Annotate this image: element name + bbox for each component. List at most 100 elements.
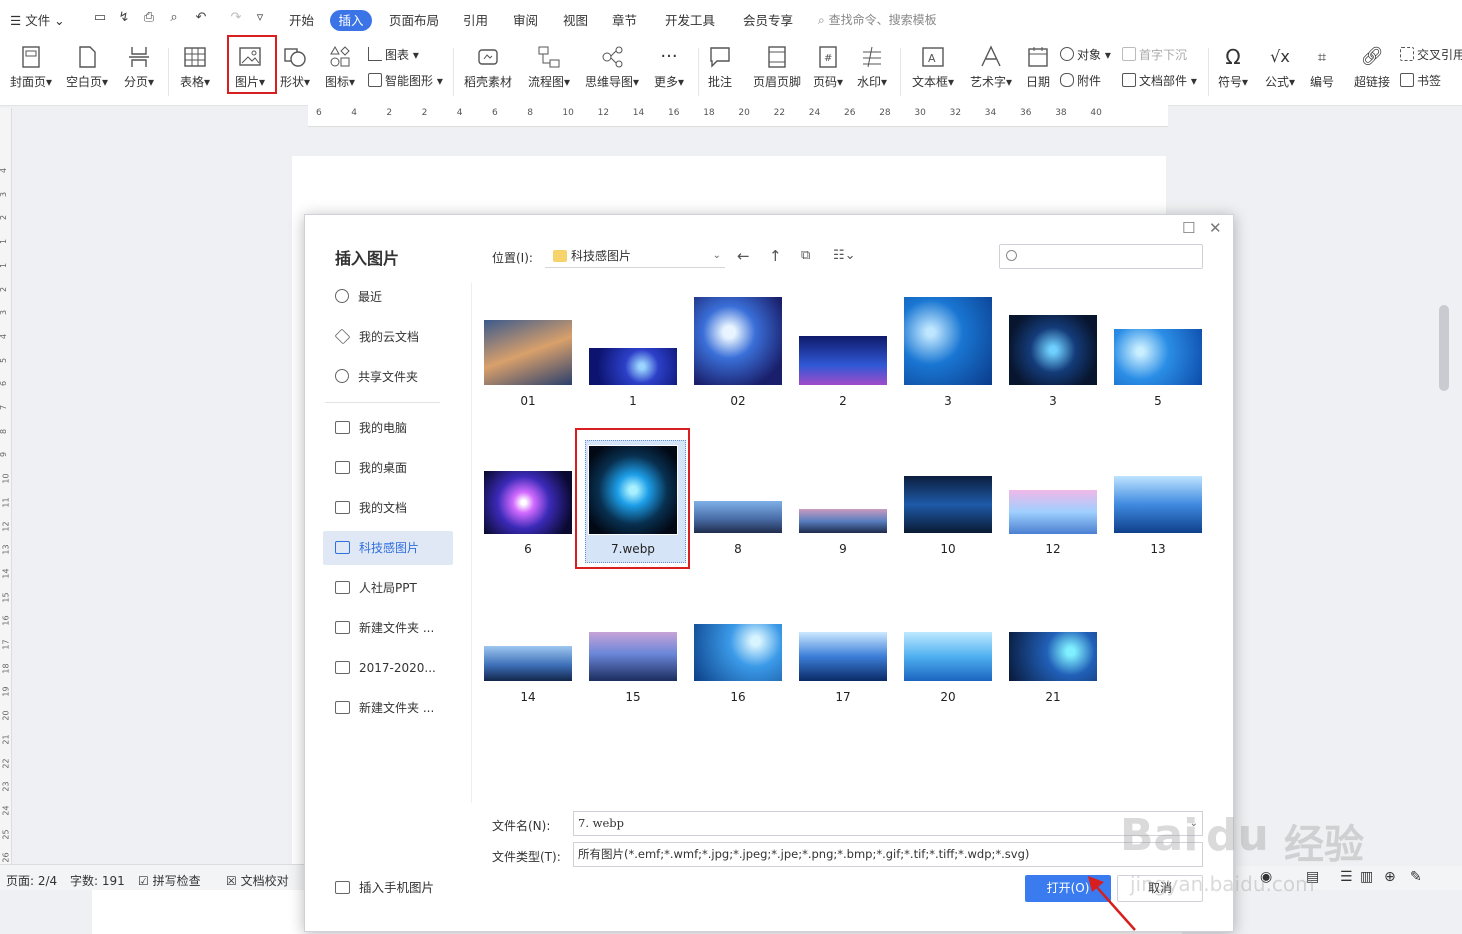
shape-button[interactable]: 形状▾	[276, 44, 314, 90]
docer-material-button[interactable]: 稻壳素材	[462, 44, 514, 90]
table-button[interactable]: 表格▾	[176, 44, 214, 90]
file-thumbnail[interactable]	[798, 335, 888, 386]
drop-cap-button[interactable]: 首字下沉	[1122, 46, 1187, 63]
tab-page-layout[interactable]: 页面布局	[389, 10, 439, 29]
cover-page-button[interactable]: 封面页▾	[8, 44, 54, 90]
sidebar-item-recent[interactable]: 最近	[323, 280, 453, 314]
text-box-button[interactable]: A 文本框▾	[908, 44, 958, 90]
word-count[interactable]: 字数: 191	[70, 872, 125, 889]
attachment-button[interactable]: 附件	[1060, 72, 1101, 89]
file-name-label[interactable]: 5	[1103, 394, 1213, 408]
sidebar-item-my-documents[interactable]: 我的文档	[323, 491, 453, 525]
up-arrow-icon[interactable]: ↑	[769, 248, 782, 264]
file-thumbnail[interactable]	[903, 475, 993, 534]
file-name-label[interactable]: 3	[998, 394, 1108, 408]
header-footer-button[interactable]: 页眉页脚	[750, 44, 804, 90]
doc-parts-button[interactable]: 文档部件 ▾	[1122, 72, 1197, 89]
proofread-toggle[interactable]: ☒ 文档校对	[226, 872, 289, 889]
file-thumbnail[interactable]	[798, 508, 888, 534]
format-painter-icon[interactable]: ↯	[116, 10, 132, 26]
maximize-icon[interactable]: ☐	[1182, 219, 1195, 237]
tab-review[interactable]: 审阅	[513, 10, 538, 29]
print-icon[interactable]: ⎙	[141, 10, 157, 26]
close-icon[interactable]: ✕	[1209, 219, 1222, 237]
file-name-label[interactable]: 01	[473, 394, 583, 408]
file-thumbnail[interactable]	[1113, 475, 1203, 534]
filename-input[interactable]: 7. webp ⌄	[573, 811, 1203, 836]
file-name-label[interactable]: 10	[893, 542, 1003, 556]
undo-icon[interactable]: ↶	[193, 10, 209, 26]
file-thumbnail[interactable]	[1113, 328, 1203, 386]
watermark-button[interactable]: 水印▾	[854, 44, 890, 90]
file-name-label[interactable]: 16	[683, 690, 793, 704]
insert-mobile-picture-button[interactable]: 插入手机图片	[335, 877, 434, 896]
file-thumbnail[interactable]	[1008, 314, 1098, 386]
save-icon[interactable]: ▭	[92, 10, 108, 26]
word-art-button[interactable]: 艺术字▾	[966, 44, 1016, 90]
file-name-label[interactable]: 14	[473, 690, 583, 704]
spell-check-toggle[interactable]: ☑ 拼写检查	[138, 872, 201, 889]
object-button[interactable]: 对象 ▾	[1060, 46, 1111, 63]
file-name-label[interactable]: 1	[578, 394, 688, 408]
file-menu-button[interactable]: ☰ 文件 ⌄	[10, 10, 65, 29]
file-thumbnail[interactable]	[903, 296, 993, 386]
file-name-label[interactable]: 13	[1103, 542, 1213, 556]
formula-button[interactable]: √x 公式▾	[1260, 44, 1300, 90]
file-name-label[interactable]: 12	[998, 542, 1108, 556]
file-search-input[interactable]	[999, 244, 1203, 269]
numbering-button[interactable]: ⌗ 编号	[1306, 44, 1338, 90]
tab-developer[interactable]: 开发工具	[665, 10, 715, 29]
file-thumbnail[interactable]	[483, 645, 573, 682]
new-folder-icon[interactable]: ⧉	[801, 248, 810, 264]
vertical-scrollbar[interactable]	[1434, 108, 1462, 888]
location-dropdown[interactable]: 科技感图片 ⌄	[545, 244, 725, 268]
file-name-label[interactable]: 20	[893, 690, 1003, 704]
tab-insert[interactable]: 插入	[330, 10, 372, 31]
file-thumbnail[interactable]	[588, 347, 678, 386]
file-thumbnail[interactable]	[798, 631, 888, 682]
file-name-label[interactable]: 8	[683, 542, 793, 556]
page-number-button[interactable]: # 页码▾	[810, 44, 846, 90]
file-thumbnail[interactable]	[483, 470, 573, 535]
cross-reference-button[interactable]: 交叉引用	[1400, 46, 1462, 63]
file-name-label[interactable]: 3	[893, 394, 1003, 408]
sidebar-item-new-folder-1[interactable]: 新建文件夹 ...	[323, 611, 453, 645]
sidebar-item-2017-2020[interactable]: 2017-2020...	[323, 651, 453, 685]
file-thumbnail[interactable]	[693, 623, 783, 682]
file-thumbnail[interactable]	[1008, 489, 1098, 535]
file-name-label[interactable]: 17	[788, 690, 898, 704]
mind-map-button[interactable]: 思维导图▾	[582, 44, 642, 90]
file-thumbnail[interactable]	[693, 500, 783, 534]
print-preview-icon[interactable]: ⌕	[166, 10, 182, 26]
chart-button[interactable]: 图表 ▾	[368, 46, 419, 63]
blank-page-button[interactable]: 空白页▾	[64, 44, 110, 90]
page-break-button[interactable]: 分页▾	[120, 44, 158, 90]
file-thumbnail[interactable]	[588, 631, 678, 682]
tab-references[interactable]: 引用	[463, 10, 488, 29]
file-name-label[interactable]: 2	[788, 394, 898, 408]
sidebar-item-new-folder-2[interactable]: 新建文件夹 ...	[323, 691, 453, 725]
hyperlink-button[interactable]: 🔗︎ 超链接	[1352, 44, 1392, 90]
file-name-label[interactable]: 21	[998, 690, 1108, 704]
flowchart-button[interactable]: 流程图▾	[526, 44, 572, 90]
tab-view[interactable]: 视图	[563, 10, 588, 29]
file-name-label[interactable]: 02	[683, 394, 793, 408]
smart-art-button[interactable]: 智能图形 ▾	[368, 72, 443, 89]
tab-home[interactable]: 开始	[289, 10, 314, 29]
file-name-label[interactable]: 9	[788, 542, 898, 556]
file-thumbnail[interactable]	[483, 319, 573, 386]
filetype-select[interactable]: 所有图片(*.emf;*.wmf;*.jpg;*.jpeg;*.jpe;*.pn…	[573, 842, 1203, 867]
date-button[interactable]: 日期	[1022, 44, 1054, 90]
symbol-button[interactable]: Ω 符号▾	[1214, 44, 1252, 90]
tab-member[interactable]: 会员专享	[743, 10, 793, 29]
file-name-label[interactable]: 15	[578, 690, 688, 704]
sidebar-item-hr-ppt[interactable]: 人社局PPT	[323, 571, 453, 605]
sidebar-item-shared-folder[interactable]: 共享文件夹	[323, 360, 453, 394]
back-arrow-icon[interactable]: ←	[737, 248, 750, 264]
file-name-label[interactable]: 6	[473, 542, 583, 556]
view-mode-icon[interactable]: ☷⌄	[833, 248, 856, 264]
comment-button[interactable]: 批注	[704, 44, 736, 90]
redo-icon[interactable]: ↷	[228, 10, 244, 26]
more-button[interactable]: ··· 更多▾	[650, 44, 688, 90]
command-search[interactable]: ⌕ 查找命令、搜索模板	[818, 11, 937, 28]
